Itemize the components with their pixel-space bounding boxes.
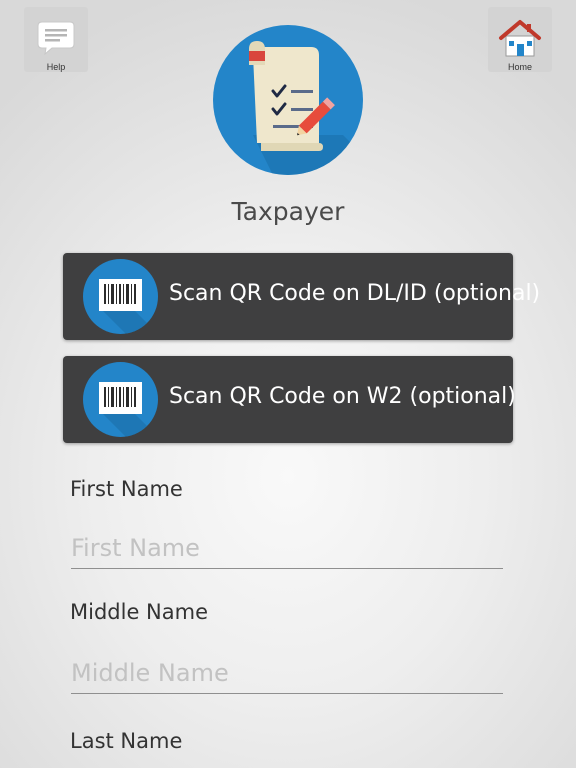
house-icon bbox=[498, 16, 542, 59]
chat-bubble-icon bbox=[34, 16, 78, 59]
first-name-input[interactable] bbox=[71, 528, 503, 569]
barcode-icon bbox=[83, 362, 158, 437]
middle-name-label: Middle Name bbox=[70, 600, 208, 624]
scan-dl-id-button[interactable]: Scan QR Code on DL/ID (optional) bbox=[63, 253, 540, 340]
scan-dl-id-label: Scan QR Code on DL/ID (optional) bbox=[169, 281, 541, 306]
scan-w2-button[interactable]: Scan QR Code on W2 (optional) bbox=[63, 356, 516, 443]
scan-w2-label: Scan QR Code on W2 (optional) bbox=[169, 384, 516, 409]
last-name-label: Last Name bbox=[70, 729, 183, 753]
home-label: Home bbox=[507, 62, 532, 72]
page-title: Taxpayer bbox=[231, 197, 345, 226]
first-name-label: First Name bbox=[70, 477, 183, 501]
middle-name-input[interactable] bbox=[71, 653, 503, 694]
help-label: Help bbox=[46, 62, 66, 72]
barcode-icon bbox=[83, 259, 158, 334]
home-button[interactable]: Home bbox=[488, 7, 552, 72]
help-button[interactable]: Help bbox=[24, 7, 88, 72]
tax-form-logo-icon bbox=[213, 25, 363, 175]
